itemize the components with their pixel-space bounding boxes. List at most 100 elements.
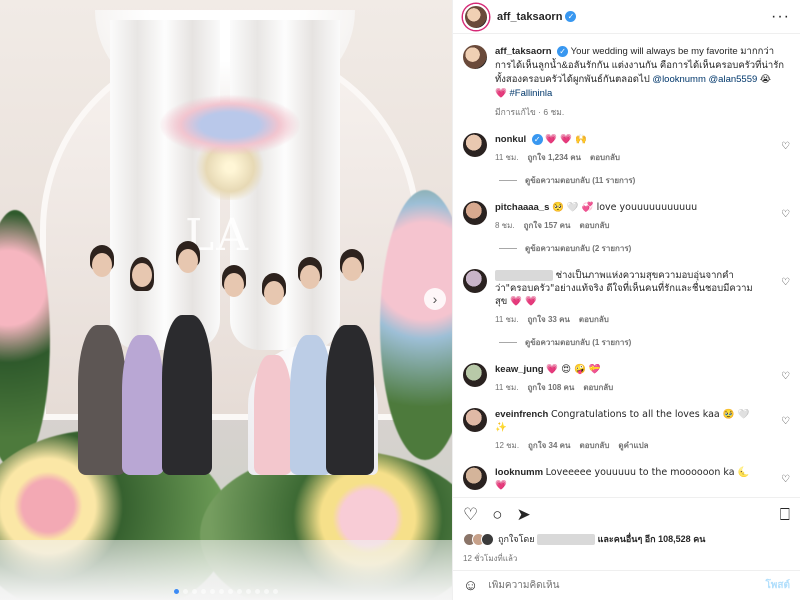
- comment-time[interactable]: 8 ชม.: [495, 219, 515, 232]
- emoji-picker-icon[interactable]: ☺: [463, 577, 478, 594]
- post-comment-button[interactable]: โพสต์: [765, 578, 790, 593]
- mention-link[interactable]: @alan5559: [709, 74, 758, 85]
- commenter-username[interactable]: pitchaaaa_s: [495, 202, 549, 213]
- comment-likes[interactable]: ถูกใจ 34 คน: [528, 439, 570, 452]
- more-options-icon[interactable]: ···: [771, 8, 790, 26]
- comment-likes[interactable]: ถูกใจ 1,234 คน: [527, 151, 581, 164]
- comment-likes[interactable]: ถูกใจ 33 คน: [527, 313, 569, 326]
- carousel-dot: [210, 589, 215, 594]
- comments-scroll-area[interactable]: aff_taksaorn ✓ Your wedding will always …: [453, 35, 800, 495]
- share-icon[interactable]: ➤: [517, 505, 531, 525]
- comment-composer: ☺ โพสต์: [453, 570, 800, 600]
- caption-username[interactable]: aff_taksaorn: [495, 46, 552, 57]
- verified-badge-icon: ✓: [557, 45, 569, 57]
- commenter-username[interactable]: eveinfrench: [495, 409, 548, 420]
- carousel-dot: [264, 589, 269, 594]
- comment-reply-button[interactable]: ตอบกลับ: [583, 381, 613, 394]
- commenter-avatar[interactable]: [463, 133, 487, 157]
- blurred-username: [495, 269, 553, 281]
- likes-prefix: ถูกใจโดย: [498, 534, 535, 544]
- verified-badge-icon: ✓: [565, 11, 577, 22]
- translate-button[interactable]: ดูคำแปล: [618, 439, 648, 452]
- comment-item: eveinfrench Congratulations to all the l…: [463, 408, 790, 452]
- carousel-dot: [219, 589, 224, 594]
- comment-item: looknumm Loveeeee youuuuu to the moooooo…: [463, 466, 790, 495]
- carousel-dots: [0, 589, 452, 594]
- comment-reply-button[interactable]: ตอบกลับ: [580, 439, 610, 452]
- author-avatar[interactable]: [463, 3, 489, 30]
- post-time: 12 ชั่วโมงที่แล้ว: [463, 554, 518, 563]
- reply-line: [499, 248, 517, 249]
- commenter-avatar[interactable]: [463, 269, 487, 293]
- commenter-username[interactable]: looknumm: [495, 467, 543, 478]
- instagram-post-view: LA › aff_taksaorn ✓ ··· aff_taksaorn ✓ Y…: [0, 0, 800, 600]
- caption-avatar[interactable]: [463, 45, 487, 69]
- wedding-party-group: [78, 241, 388, 475]
- verified-badge-icon: ✓: [531, 133, 543, 145]
- carousel-next-button[interactable]: ›: [424, 288, 446, 310]
- view-replies-label: ดูข้อความตอบกลับ (2 รายการ): [525, 244, 632, 253]
- carousel-dot: [273, 589, 278, 594]
- commenter-avatar[interactable]: [463, 408, 487, 432]
- comment-text: 💗 😍 🤪 💝: [546, 364, 601, 375]
- view-replies-button[interactable]: ดูข้อความตอบกลับ (1 รายการ): [499, 336, 790, 349]
- comment-likes[interactable]: ถูกใจ 108 คน: [527, 381, 574, 394]
- mention-link[interactable]: @looknumm: [652, 74, 705, 85]
- post-actions: ♡ ○ ➤ ⎕ ถูกใจโดย และคนอื่นๆ อีก 108,528 …: [453, 497, 800, 565]
- view-replies-button[interactable]: ดูข้อความตอบกลับ (11 รายการ): [499, 174, 790, 187]
- carousel-dot: [246, 589, 251, 594]
- comment-reply-button[interactable]: ตอบกลับ: [580, 219, 610, 232]
- flower-arrangement-top: [160, 95, 300, 155]
- comment-like-heart-icon[interactable]: ♡: [781, 416, 790, 427]
- comment-reply-button[interactable]: ตอบกลับ: [590, 151, 620, 164]
- post-side-panel: aff_taksaorn ✓ ··· aff_taksaorn ✓ Your w…: [452, 0, 800, 600]
- comment-like-heart-icon[interactable]: ♡: [781, 209, 790, 220]
- post-caption: aff_taksaorn ✓ Your wedding will always …: [463, 45, 790, 119]
- carousel-dot: [228, 589, 233, 594]
- view-replies-button[interactable]: ดูข้อความตอบกลับ (2 รายการ): [499, 242, 790, 255]
- commenter-avatar[interactable]: [463, 466, 487, 490]
- carousel-dot: [192, 589, 197, 594]
- likes-unit: คน: [693, 534, 706, 544]
- comment-item: ช่างเป็นภาพแห่งความสุขความอบอุ่นจากคำว่า…: [463, 269, 790, 326]
- hashtag-link[interactable]: #Fallininla: [509, 88, 552, 99]
- comment-item: keaw_jung 💗 😍 🤪 💝 11 ชม. ถูกใจ 108 คน ตอ…: [463, 363, 790, 394]
- carousel-dot: [255, 589, 260, 594]
- comment-like-heart-icon[interactable]: ♡: [781, 277, 790, 288]
- comment-like-heart-icon[interactable]: ♡: [781, 474, 790, 485]
- comment-item: pitchaaaa_s 🥺 🤍 💞 love youuuuuuuuuuu 8 ช…: [463, 201, 790, 232]
- comment-text: 💗 💗 🙌: [545, 134, 587, 145]
- comments-list: nonkul ✓ 💗 💗 🙌 11 ชม. ถูกใจ 1,234 คน ตอบ…: [463, 133, 790, 495]
- comment-like-heart-icon[interactable]: ♡: [781, 371, 790, 382]
- author-username[interactable]: aff_taksaorn: [497, 11, 562, 23]
- carousel-dot: [237, 589, 242, 594]
- comment-time[interactable]: 11 ชม.: [495, 381, 518, 394]
- carousel-dot: [174, 589, 179, 594]
- likes-count[interactable]: 108,528: [658, 534, 691, 544]
- view-replies-label: ดูข้อความตอบกลับ (1 รายการ): [525, 338, 632, 347]
- comment-like-heart-icon[interactable]: ♡: [781, 141, 790, 152]
- comment-reply-button[interactable]: ตอบกลับ: [579, 313, 609, 326]
- comment-text: 🥺 🤍 💞 love youuuuuuuuuuu: [552, 202, 698, 213]
- commenter-avatar[interactable]: [463, 363, 487, 387]
- comment-item: nonkul ✓ 💗 💗 🙌 11 ชม. ถูกใจ 1,234 คน ตอบ…: [463, 133, 790, 164]
- comment-input[interactable]: [488, 580, 766, 591]
- post-header: aff_taksaorn ✓ ···: [453, 0, 800, 34]
- comment-time[interactable]: 11 ชม.: [495, 151, 518, 164]
- reply-line: [499, 180, 517, 181]
- view-replies-label: ดูข้อความตอบกลับ (11 รายการ): [525, 176, 636, 185]
- post-photo[interactable]: LA ›: [0, 0, 452, 600]
- commenter-username[interactable]: nonkul: [495, 134, 526, 145]
- likes-suffix[interactable]: และคนอื่นๆ อีก: [598, 534, 656, 544]
- comment-time[interactable]: 12 ชม.: [495, 439, 519, 452]
- commenter-avatar[interactable]: [463, 201, 487, 225]
- likes-summary: ถูกใจโดย และคนอื่นๆ อีก 108,528 คน: [463, 532, 790, 546]
- carousel-dot: [183, 589, 188, 594]
- like-heart-icon[interactable]: ♡: [463, 505, 478, 525]
- commenter-username[interactable]: keaw_jung: [495, 364, 544, 375]
- comment-time[interactable]: 11 ชม.: [495, 313, 518, 326]
- comment-icon[interactable]: ○: [492, 505, 502, 525]
- carousel-dot: [201, 589, 206, 594]
- comment-likes[interactable]: ถูกใจ 157 คน: [524, 219, 571, 232]
- bookmark-icon[interactable]: ⎕: [780, 505, 790, 525]
